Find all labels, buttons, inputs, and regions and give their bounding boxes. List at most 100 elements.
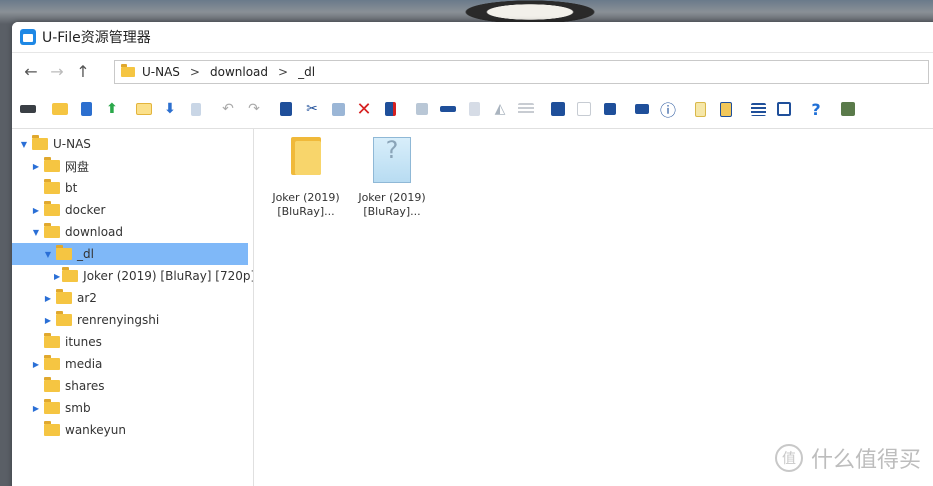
tree-item-label: media (65, 357, 103, 371)
expand-toggle-icon[interactable]: ▶ (42, 294, 54, 303)
tree-item-renrenyingshi[interactable]: ▶ renrenyingshi (12, 309, 253, 331)
redo-icon[interactable]: ↷ (244, 99, 264, 119)
download-icon[interactable]: ⬇ (160, 99, 180, 119)
duplicate-icon[interactable] (412, 99, 432, 119)
expand-toggle-icon[interactable]: ▶ (30, 162, 42, 171)
expand-toggle-icon[interactable]: ▶ (30, 404, 42, 413)
copy-icon[interactable] (276, 99, 296, 119)
file-name-line: [BluRay]... (363, 205, 421, 218)
folder-icon (44, 377, 60, 392)
navigation-bar: ← → ↑ U-NAS > download > _dl (12, 52, 933, 90)
server-icon[interactable] (18, 99, 38, 119)
unknown-file-icon: ? (373, 137, 411, 183)
desktop-background (0, 0, 933, 24)
expand-toggle-icon[interactable]: ▼ (30, 228, 42, 237)
breadcrumb-separator: > (278, 64, 289, 79)
upload-icon[interactable]: ⬆ (102, 99, 122, 119)
back-button[interactable]: ← (20, 61, 42, 83)
tree-item-ar2[interactable]: ▶ ar2 (12, 287, 253, 309)
new-file-icon[interactable] (76, 99, 96, 119)
info-icon[interactable]: ⓘ (658, 99, 678, 120)
tree-item-wangpan[interactable]: ▶ 网盘 (12, 155, 253, 177)
cut-icon[interactable]: ✂ (302, 99, 322, 119)
folder-icon (44, 399, 60, 414)
tree-item-bt[interactable]: bt (12, 177, 253, 199)
tree-item-download[interactable]: ▼ download (12, 221, 253, 243)
move-icon[interactable] (438, 99, 458, 119)
tree-item-itunes[interactable]: itunes (12, 331, 253, 353)
breadcrumb-u-nas[interactable]: U-NAS (142, 65, 180, 79)
file-icon[interactable] (186, 99, 206, 119)
tree-item-u-nas[interactable]: ▼ U-NAS (12, 133, 253, 155)
tree-item-label: Joker (2019) [BluRay] [720p] (83, 269, 254, 283)
properties-icon[interactable] (464, 99, 484, 119)
link-icon[interactable]: ◭ (490, 99, 510, 119)
tree-item-label: renrenyingshi (77, 313, 160, 327)
tree-item-docker[interactable]: ▶ docker (12, 199, 253, 221)
folder-icon (56, 245, 72, 260)
tree-item-dl[interactable]: ▼ _dl (12, 243, 248, 265)
folder-icon (121, 63, 135, 77)
details-view-icon[interactable] (748, 99, 768, 119)
app-title: U-File资源管理器 (42, 30, 151, 46)
expand-toggle-icon[interactable]: ▶ (54, 272, 60, 281)
large-icons-view-icon[interactable] (548, 99, 568, 119)
tree-item-label: docker (65, 203, 106, 217)
file-name-line: Joker (2019) (272, 191, 340, 204)
tree-item-wankeyun[interactable]: wankeyun (12, 419, 253, 441)
tree-item-shares[interactable]: shares (12, 375, 253, 397)
tree-item-media[interactable]: ▶ media (12, 353, 253, 375)
folder-icon (56, 311, 72, 326)
expand-toggle-icon[interactable]: ▼ (18, 140, 30, 149)
breadcrumb-dl[interactable]: _dl (298, 65, 315, 79)
toolbar: ⬆ ⬇ ↶ ↷ ✂ ✕ ◭ ⓘ ? (12, 90, 933, 128)
paste-icon[interactable] (328, 99, 348, 119)
tree-item-label: 网盘 (65, 159, 90, 174)
folder-icon (44, 421, 60, 436)
breadcrumb-separator: > (189, 64, 200, 79)
presentation-icon[interactable] (632, 99, 652, 119)
address-bar[interactable]: U-NAS > download > _dl (114, 59, 929, 84)
watermark-text: 什么值得买 (810, 448, 921, 473)
folder-tree: ▼ U-NAS ▶ 网盘 bt ▶ docker ▼ download ▼ _d… (12, 129, 254, 486)
expand-toggle-icon[interactable]: ▶ (30, 360, 42, 369)
small-icons-view-icon[interactable] (574, 99, 594, 119)
folder-icon (44, 223, 60, 238)
folder-icon (62, 267, 79, 282)
tree-item-label: itunes (65, 335, 102, 349)
preview-pane-icon[interactable] (774, 99, 794, 119)
folder-icon (44, 355, 60, 370)
extract-icon[interactable] (716, 99, 736, 119)
title-bar: U-File资源管理器 (12, 22, 933, 52)
tree-item-joker[interactable]: ▶ Joker (2019) [BluRay] [720p] (12, 265, 253, 287)
expand-toggle-icon[interactable]: ▼ (42, 250, 54, 259)
folder-icon (32, 135, 48, 150)
list-icon[interactable] (516, 99, 536, 119)
folder-icon (44, 179, 60, 194)
rename-icon[interactable] (380, 99, 400, 119)
open-folder-icon[interactable] (134, 99, 154, 119)
main-content: ▼ U-NAS ▶ 网盘 bt ▶ docker ▼ download ▼ _d… (12, 128, 933, 486)
up-button[interactable]: ↑ (72, 61, 94, 83)
tree-item-smb[interactable]: ▶ smb (12, 397, 253, 419)
folder-icon (44, 333, 60, 348)
terminal-icon[interactable] (838, 99, 858, 119)
help-icon[interactable]: ? (806, 99, 826, 119)
tree-item-label: _dl (77, 247, 94, 261)
file-manager-window: U-File资源管理器 ← → ↑ U-NAS > download > _dl… (12, 22, 933, 486)
delete-icon[interactable]: ✕ (354, 99, 374, 120)
file-item-unknown[interactable]: ? Joker (2019) [BluRay]... (352, 137, 432, 219)
expand-toggle-icon[interactable]: ▶ (42, 316, 54, 325)
app-icon (20, 29, 36, 45)
forward-button[interactable]: → (46, 61, 68, 83)
undo-icon[interactable]: ↶ (218, 99, 238, 119)
archive-icon[interactable] (690, 99, 710, 119)
folder-icon (56, 289, 72, 304)
file-item-folder[interactable]: Joker (2019) [BluRay]... (266, 137, 346, 219)
breadcrumb-download[interactable]: download (210, 65, 268, 79)
tree-item-label: ar2 (77, 291, 97, 305)
new-folder-icon[interactable] (50, 99, 70, 119)
expand-toggle-icon[interactable]: ▶ (30, 206, 42, 215)
tile-view-icon[interactable] (600, 99, 620, 119)
file-list: Joker (2019) [BluRay]... ? Joker (2019) … (254, 129, 933, 486)
